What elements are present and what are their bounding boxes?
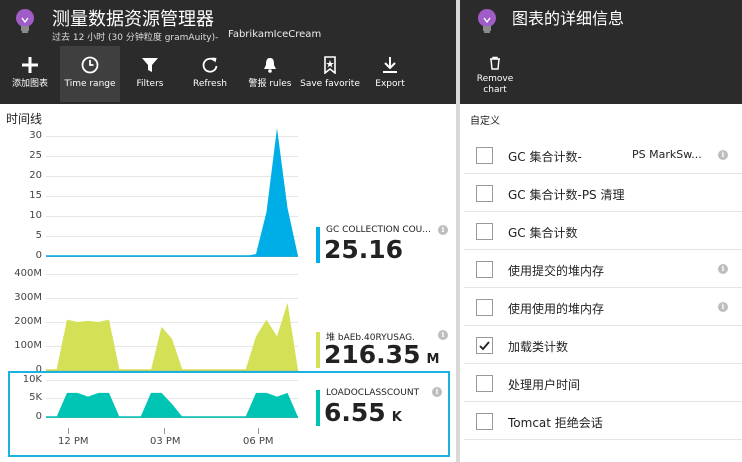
metric-list-item[interactable]: GC 集合计数-PS 清理 xyxy=(464,174,742,212)
checkmark-icon xyxy=(479,341,490,351)
metric-color-bar xyxy=(316,332,320,368)
metric-name: GC COLLECTION COU... xyxy=(326,225,431,235)
metric-checkbox[interactable] xyxy=(476,299,493,316)
alert-rules-label: 警报 rules xyxy=(248,79,292,89)
info-icon[interactable]: i xyxy=(718,264,728,274)
metric-label: 使用提交的堆内存 xyxy=(508,264,605,278)
metric-label: GC 集合计数 xyxy=(508,226,578,240)
info-icon[interactable]: i xyxy=(718,302,728,312)
export-label: Export xyxy=(375,79,405,89)
metric-label-secondary: PS MarkSw... xyxy=(632,148,702,161)
x-tick-mark xyxy=(258,428,259,434)
metric-label: 加载类计数 xyxy=(508,340,569,354)
series-area xyxy=(46,128,298,256)
metric-number: 25.16 xyxy=(324,235,404,264)
metric-label: 使用使用的堆内存 xyxy=(508,302,605,316)
save-favorite-label: Save favorite xyxy=(300,79,360,89)
metric-list-item[interactable]: 使用提交的堆内存 i xyxy=(464,250,742,288)
resource-name: FabrikamIceCream xyxy=(228,29,322,40)
metric-list-item[interactable]: 使用使用的堆内存 i xyxy=(464,288,742,326)
bell-icon xyxy=(264,58,276,73)
alert-rules-button[interactable]: 警报 rules xyxy=(240,46,300,102)
lightbulb-icon xyxy=(478,9,496,33)
chart-details-header: 图表的详细信息 Remove chart xyxy=(460,0,742,104)
time-range-summary: 过去 12 小时 (30 分钟粒度 gramAuity)- xyxy=(52,33,219,43)
metric-list-item[interactable]: GC 集合计数 xyxy=(464,212,742,250)
metric-checkbox[interactable] xyxy=(476,413,493,430)
metric-checkbox[interactable] xyxy=(476,261,493,278)
metric-unit: M xyxy=(426,352,440,367)
export-button[interactable]: Export xyxy=(360,46,420,102)
series-area xyxy=(46,302,298,370)
metric-checkbox[interactable] xyxy=(476,375,493,392)
metric-label: GC 集合计数- xyxy=(508,150,582,164)
toolbar: 添加图表 Time range Filters Refresh 警报 rules… xyxy=(0,46,420,102)
filters-button[interactable]: Filters xyxy=(120,46,180,102)
remove-chart-label: Remove chart xyxy=(476,74,514,95)
metric-number: 216.35 xyxy=(324,340,421,369)
metric-label: 处理用户时间 xyxy=(508,378,581,392)
x-tick-label: 03 PM xyxy=(150,436,181,447)
details-title: 图表的详细信息 xyxy=(512,9,625,28)
filter-icon xyxy=(142,58,158,72)
lightbulb-icon xyxy=(16,9,34,33)
page-title: 测量数据资源管理器 xyxy=(52,9,214,30)
refresh-button[interactable]: Refresh xyxy=(180,46,240,102)
info-icon[interactable]: i xyxy=(438,330,448,340)
filters-label: Filters xyxy=(136,79,164,89)
metric-list-item[interactable]: 加载类计数 xyxy=(464,326,742,364)
metric-checkbox[interactable] xyxy=(476,223,493,240)
time-range-label: Time range xyxy=(64,79,116,89)
info-icon[interactable]: i xyxy=(438,225,448,235)
download-icon xyxy=(383,57,397,73)
x-tick-mark xyxy=(164,428,165,434)
metric-label: Tomcat 拒绝会话 xyxy=(508,416,603,430)
x-tick-label: 12 PM xyxy=(58,436,89,447)
x-tick-mark xyxy=(68,428,69,434)
refresh-icon xyxy=(202,57,218,73)
custom-section-label: 自定义 xyxy=(470,116,500,127)
plus-icon xyxy=(22,57,38,73)
x-tick-label: 06 PM xyxy=(243,436,274,447)
metric-label: GC 集合计数-PS 清理 xyxy=(508,188,625,202)
add-chart-label: 添加图表 xyxy=(11,79,48,89)
add-chart-button[interactable]: 添加图表 xyxy=(0,46,60,102)
metric-list-item[interactable]: GC 集合计数- PS MarkSw... i xyxy=(464,136,742,174)
refresh-label: Refresh xyxy=(193,79,227,89)
metric-list-item[interactable]: 处理用户时间 xyxy=(464,364,742,402)
timeline-label: 时间线 xyxy=(6,112,43,126)
metric-value: 25.16 xyxy=(324,235,403,264)
metric-gc-collection[interactable]: GC COLLECTION COU... 25.16 i xyxy=(316,225,456,265)
metric-color-bar xyxy=(316,227,320,263)
trash-icon xyxy=(490,56,500,70)
metric-checkbox[interactable] xyxy=(476,337,493,354)
time-range-button[interactable]: Time range xyxy=(60,46,120,102)
bookmark-icon xyxy=(324,56,336,74)
info-icon[interactable]: i xyxy=(718,150,728,160)
remove-chart-button[interactable]: Remove chart xyxy=(470,56,520,96)
metric-list-item[interactable]: Tomcat 拒绝会话 xyxy=(464,402,742,440)
metric-checkbox[interactable] xyxy=(476,147,493,164)
save-favorite-button[interactable]: Save favorite xyxy=(300,46,360,102)
explorer-header: 测量数据资源管理器 过去 12 小时 (30 分钟粒度 gramAuity)- … xyxy=(0,0,456,104)
clock-icon xyxy=(81,56,99,74)
metric-value: 216.35 M xyxy=(324,340,439,369)
metric-checkbox[interactable] xyxy=(476,185,493,202)
metric-heap-memory[interactable]: 堆 bAEb.40RYUSAG. 216.35 M i xyxy=(316,330,456,370)
